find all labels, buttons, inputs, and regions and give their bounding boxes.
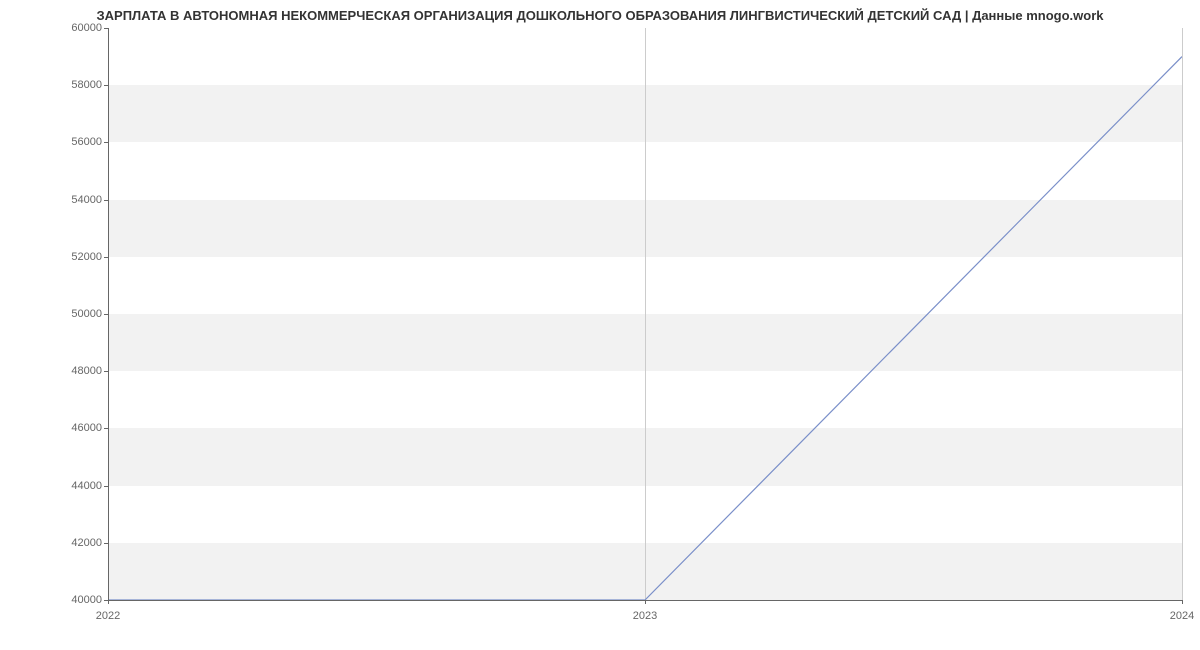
y-tick-label: 60000 [71,22,102,34]
y-tick-mark [104,371,108,372]
y-tick-mark [104,257,108,258]
x-gridline [645,28,646,600]
y-tick-mark [104,486,108,487]
y-tick-mark [104,28,108,29]
y-tick-label: 44000 [71,480,102,492]
y-tick-mark [104,200,108,201]
y-tick-label: 48000 [71,365,102,377]
y-tick-mark [104,142,108,143]
y-axis-line [108,28,109,600]
y-tick-label: 40000 [71,594,102,606]
y-tick-label: 54000 [71,194,102,206]
x-tick-label: 2024 [1170,610,1194,622]
y-tick-mark [104,543,108,544]
x-tick-mark [1182,600,1183,604]
x-tick-label: 2022 [96,610,120,622]
y-tick-label: 58000 [71,79,102,91]
y-tick-mark [104,85,108,86]
y-tick-mark [104,428,108,429]
x-tick-mark [108,600,109,604]
chart-container: ЗАРПЛАТА В АВТОНОМНАЯ НЕКОММЕРЧЕСКАЯ ОРГ… [0,0,1200,650]
y-tick-label: 50000 [71,308,102,320]
plot-area [108,28,1182,600]
x-gridline [1182,28,1183,600]
chart-title: ЗАРПЛАТА В АВТОНОМНАЯ НЕКОММЕРЧЕСКАЯ ОРГ… [0,8,1200,23]
y-tick-mark [104,314,108,315]
y-tick-label: 46000 [71,422,102,434]
x-tick-mark [645,600,646,604]
y-tick-label: 56000 [71,136,102,148]
y-tick-label: 42000 [71,537,102,549]
x-tick-label: 2023 [633,610,657,622]
y-tick-label: 52000 [71,251,102,263]
